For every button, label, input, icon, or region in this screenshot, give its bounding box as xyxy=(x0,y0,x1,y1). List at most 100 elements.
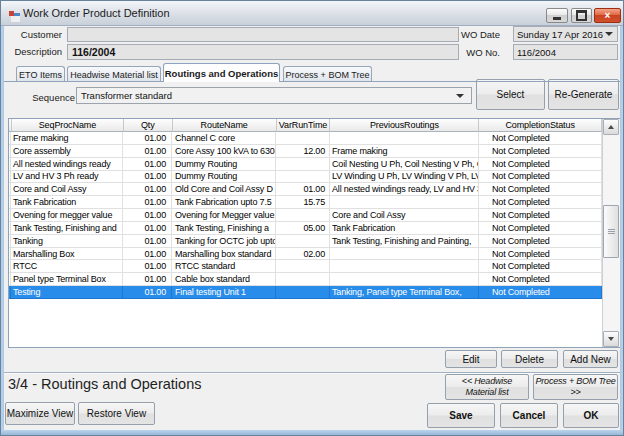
grid-cell xyxy=(330,260,479,272)
scroll-down-button[interactable] xyxy=(603,331,619,347)
grid-row[interactable]: Marshalling Box01.00Marshalling box stan… xyxy=(9,248,602,261)
delete-button[interactable]: Delete xyxy=(501,350,558,368)
grid-cell: Cable box standard xyxy=(172,273,276,285)
grid-row[interactable]: RTCC01.00RTCC standardNot Completed xyxy=(9,260,602,273)
grid-cell: Tanking for OCTC job upto xyxy=(172,235,276,247)
grid-cell: Not Completed xyxy=(479,196,602,208)
grid-cell: 01.00 xyxy=(276,183,330,195)
wo-date-label: WO Date xyxy=(448,29,500,40)
customer-field[interactable] xyxy=(67,27,459,42)
grid-header-cell[interactable]: PreviousRoutings xyxy=(330,119,479,132)
grid-cell: 01.00 xyxy=(123,158,172,170)
grid-cell: 01.00 xyxy=(123,248,172,260)
grid-cell: Not Completed xyxy=(479,273,602,285)
sequence-dropdown-arrow-icon xyxy=(456,94,464,98)
grid-cell: Tank Testing, Finishing and Painting, xyxy=(330,235,479,247)
grid-row[interactable]: Ovening for megger value01.00Ovening for… xyxy=(9,209,602,222)
grid-cell: 05.00 xyxy=(276,222,330,234)
wo-date-combobox[interactable]: Sunday 17 Apr 2016 xyxy=(513,26,618,42)
tab-process-bom-tree[interactable]: Process + BOM Tree xyxy=(283,66,372,82)
window-title: Work Order Product Definition xyxy=(23,7,170,19)
sequence-combobox[interactable]: Transformer standard xyxy=(76,87,472,104)
grid-cell: Ovening for Megger value xyxy=(172,209,276,221)
grid-cell: Frame making xyxy=(330,145,479,157)
add-new-button[interactable]: Add New xyxy=(563,350,618,368)
grid-cell: 01.00 xyxy=(123,145,172,157)
grid-cell: Tank Testing, Finishing and xyxy=(11,222,123,234)
grid-row[interactable]: Tank Testing, Finishing and01.00Tank Tes… xyxy=(9,222,602,235)
grid-header-cell[interactable]: CompletionStatus xyxy=(479,119,602,132)
select-button[interactable]: Select xyxy=(476,79,545,110)
grid-row[interactable]: Panel type Terminal Box01.00Cable box st… xyxy=(9,273,602,286)
process-bom-tree-button[interactable]: Process + BOM Tree>> xyxy=(533,374,618,400)
grid-header-cell[interactable]: SeqProcName xyxy=(12,119,124,132)
footer-divider xyxy=(4,372,620,373)
grid-cell: Frame making xyxy=(11,132,123,144)
vertical-scrollbar[interactable] xyxy=(602,119,620,347)
ok-button[interactable]: OK xyxy=(563,403,619,428)
tab-headwise-material-list[interactable]: Headwise Material list xyxy=(67,66,161,82)
restore-view-button[interactable]: Restore View xyxy=(78,402,155,425)
grid-row[interactable]: All nested windings ready01.00Dummy Rout… xyxy=(9,158,602,171)
regenerate-button[interactable]: Re-Generate xyxy=(548,79,619,110)
scroll-up-icon xyxy=(608,125,614,129)
grid-cell: 01.00 xyxy=(123,209,172,221)
grid-cell: Core and Coil Assy xyxy=(11,183,123,195)
grid-row[interactable]: Core and Coil Assy01.00Old Core and Coil… xyxy=(9,183,602,196)
grid-row[interactable]: Tank Fabrication01.00Tank Fabrication up… xyxy=(9,196,602,209)
grid-cell: Testing xyxy=(11,286,123,298)
cancel-button[interactable]: Cancel xyxy=(500,403,558,428)
scrollbar-thumb[interactable] xyxy=(603,205,619,258)
grid-cell: Not Completed xyxy=(479,158,602,170)
grid-header-cell[interactable]: Qty xyxy=(124,119,173,132)
grid-row[interactable]: LV and HV 3 Ph ready01.00Dummy RoutingLV… xyxy=(9,171,602,184)
grid-row[interactable]: Tanking01.00Tanking for OCTC job uptoTan… xyxy=(9,235,602,248)
grid-header-cell[interactable]: VarRunTime xyxy=(277,119,331,132)
grid-header-cell[interactable]: RouteName xyxy=(173,119,277,132)
grid-cell: 12.00 xyxy=(276,145,330,157)
minimize-button[interactable] xyxy=(546,8,568,23)
grid-cell: Coil Nesting U Ph, Coil Nesting V Ph, Co… xyxy=(330,158,479,170)
grid-cell: Not Completed xyxy=(479,132,602,144)
grid-rows: Frame making01.00Channel C coreNot Compl… xyxy=(9,132,602,299)
grid-cell: LV Winding U Ph, LV Winding V Ph, LV xyxy=(330,171,479,183)
tab-routings-and-operations[interactable]: Routings and Operations xyxy=(163,63,280,82)
minimize-icon xyxy=(553,17,561,20)
grid-cell: Channel C core xyxy=(172,132,276,144)
grid-row[interactable]: Core assembly01.00Core Assy 100 kVA to 6… xyxy=(9,145,602,158)
wo-date-value: Sunday 17 Apr 2016 xyxy=(514,29,605,40)
description-field[interactable]: 116/2004 xyxy=(67,44,459,60)
tab-eto-items[interactable]: ETO Items xyxy=(16,66,65,82)
sequence-value: Transformer standard xyxy=(77,90,456,101)
grid-cell: Ovening for megger value xyxy=(11,209,123,221)
wo-no-label: WO No. xyxy=(448,47,500,58)
status-text: 3/4 - Routings and Operations xyxy=(8,376,201,392)
close-icon: × xyxy=(605,11,611,21)
maximize-view-button[interactable]: Maximize View xyxy=(5,402,75,425)
grid-cell: 01.00 xyxy=(123,260,172,272)
routings-grid: SeqProcNameQtyRouteNameVarRunTimePreviou… xyxy=(8,118,620,348)
headwise-material-list-button[interactable]: << HeadwiseMaterial list xyxy=(445,374,529,400)
app-icon xyxy=(9,8,20,19)
window-border-left xyxy=(0,26,4,430)
maximize-button[interactable] xyxy=(571,8,592,23)
grid-cell: Marshalling box standard xyxy=(172,248,276,260)
save-button[interactable]: Save xyxy=(427,403,495,428)
grid-cell: Tanking, Panel type Terminal Box, xyxy=(330,286,479,298)
grid-cell: Not Completed xyxy=(479,248,602,260)
grid-row[interactable]: Testing01.00Final testing Unit 1Tanking,… xyxy=(9,286,602,299)
grid-cell: 01.00 xyxy=(123,222,172,234)
grid-cell xyxy=(276,158,330,170)
grid-cell: 02.00 xyxy=(276,248,330,260)
grid-cell: Panel type Terminal Box xyxy=(11,273,123,285)
description-label: Description xyxy=(10,46,62,57)
grid-cell xyxy=(276,235,330,247)
grid-cell: All nested windings ready xyxy=(11,158,123,170)
close-button[interactable]: × xyxy=(594,8,621,23)
grid-cell: Not Completed xyxy=(479,209,602,221)
wo-no-field[interactable]: 116/2004 xyxy=(513,44,618,60)
grid-row[interactable]: Frame making01.00Channel C coreNot Compl… xyxy=(9,132,602,145)
scroll-up-button[interactable] xyxy=(603,119,619,135)
grid-cell xyxy=(276,260,330,272)
edit-button[interactable]: Edit xyxy=(445,350,497,368)
